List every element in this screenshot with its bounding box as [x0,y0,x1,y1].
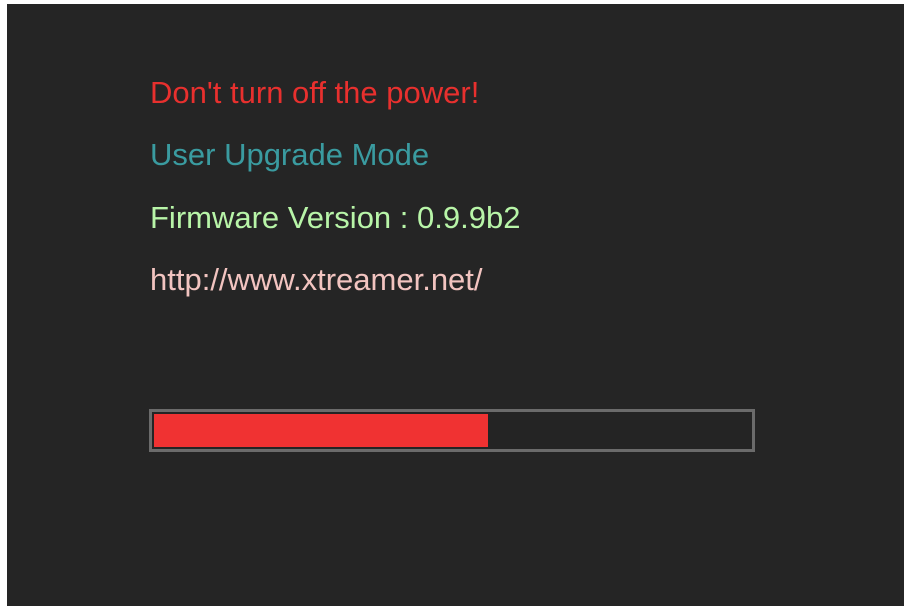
upgrade-progress-bar [149,409,755,452]
upgrade-progress-fill [154,414,488,447]
firmware-version-text: Firmware Version : 0.9.9b2 [150,200,521,235]
website-url-text: http://www.xtreamer.net/ [150,262,483,297]
power-warning-text: Don't turn off the power! [150,75,480,110]
upgrade-screen: Don't turn off the power! User Upgrade M… [7,4,904,606]
upgrade-mode-text: User Upgrade Mode [150,137,430,172]
